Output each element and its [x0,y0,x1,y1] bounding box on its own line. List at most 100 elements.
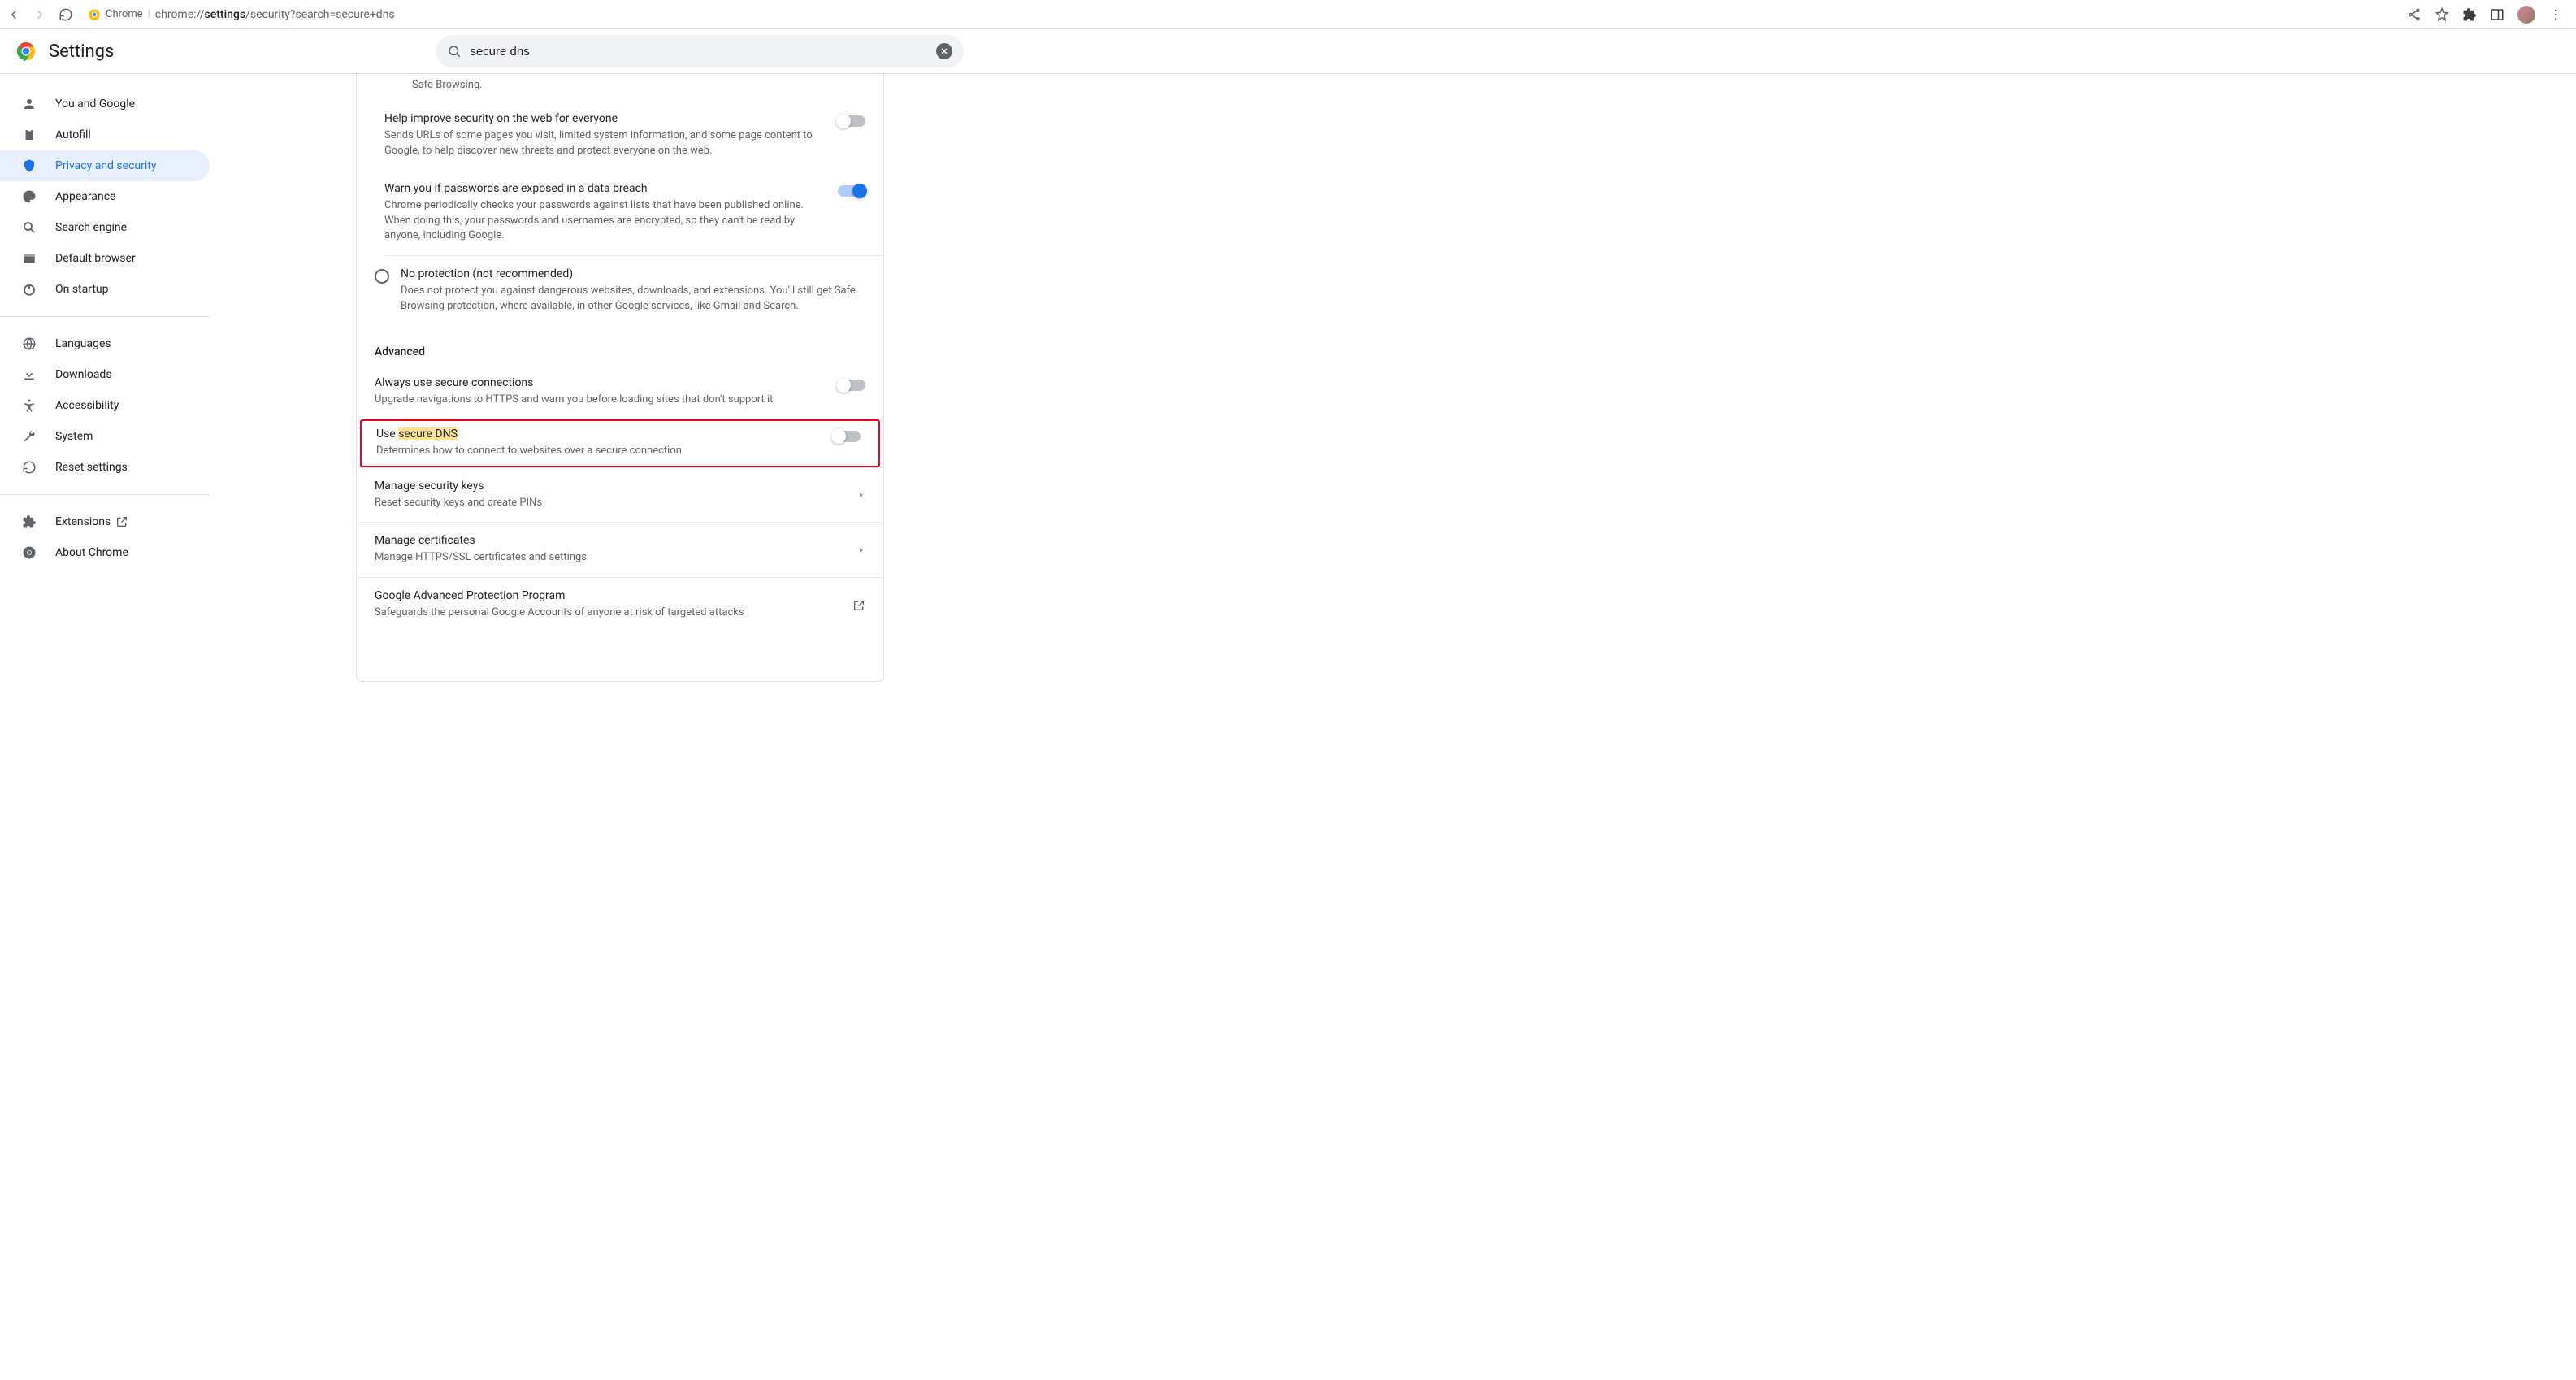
sidebar-label: Appearance [55,190,115,203]
toggle-secure-dns[interactable] [833,431,861,442]
sidebar-label: System [55,430,93,443]
chevron-right-icon [857,546,865,554]
setting-desc: Does not protect you against dangerous w… [401,284,865,315]
power-icon [21,282,37,297]
page-title: Settings [49,41,114,62]
setting-desc: Reset security keys and create PINs [375,496,846,511]
radio-no-protection[interactable]: No protection (not recommended) Does not… [357,256,883,326]
sidebar-label: You and Google [55,98,135,111]
sidebar-item-languages[interactable]: Languages [0,328,210,359]
menu-icon[interactable] [2548,7,2563,22]
chevron-right-icon [857,491,865,499]
url-text: chrome://settings/security?search=secure… [155,8,395,21]
sidebar-item-autofill[interactable]: Autofill [0,119,210,150]
sidebar-label: Privacy and security [55,159,156,172]
sidebar-item-privacy-security[interactable]: Privacy and security [0,150,210,181]
setting-desc: Safeguards the personal Google Accounts … [375,605,841,621]
address-bar[interactable]: Chrome | chrome://settings/security?sear… [80,8,2400,21]
sidebar-item-on-startup[interactable]: On startup [0,274,210,305]
sidebar-item-downloads[interactable]: Downloads [0,359,210,390]
shield-icon [21,158,37,173]
panel-icon[interactable] [2490,7,2504,22]
sidebar-label: On startup [55,283,109,296]
setting-title: Manage security keys [375,480,846,493]
sidebar-item-system[interactable]: System [0,421,210,452]
sidebar-label: About Chrome [55,546,128,559]
open-external-icon [852,599,865,612]
sidebar-label: Extensions [55,515,111,528]
setting-title: Warn you if passwords are exposed in a d… [384,182,826,195]
globe-icon [21,336,37,351]
setting-desc: Determines how to connect to websites ov… [376,444,822,459]
search-icon [447,44,462,59]
setting-warn-breach: Warn you if passwords are exposed in a d… [357,171,883,256]
sidebar-label: Accessibility [55,399,119,412]
sidebar-label: Languages [55,337,111,350]
sidebar-label: Downloads [55,368,112,381]
setting-title: Use secure DNS [376,427,822,440]
back-button[interactable] [7,7,21,22]
sidebar-item-appearance[interactable]: Appearance [0,181,210,212]
sidebar-label: Autofill [55,128,91,141]
toggle-warn-breach[interactable] [838,185,865,197]
setting-desc: Chrome periodically checks your password… [384,198,826,245]
clear-search-button[interactable] [936,43,952,59]
settings-search-box[interactable] [436,35,964,67]
settings-search-input[interactable] [470,45,928,59]
browser-toolbar: Chrome | chrome://settings/security?sear… [0,0,2576,29]
toggle-always-secure[interactable] [838,380,865,391]
sidebar-item-reset-settings[interactable]: Reset settings [0,452,210,483]
profile-avatar[interactable] [2517,6,2535,24]
setting-always-secure: Always use secure connections Upgrade na… [357,365,883,419]
highlighted-secure-dns-row: Use secure DNS Determines how to connect… [360,419,880,467]
setting-title: No protection (not recommended) [401,267,865,280]
setting-desc: Sends URLs of some pages you visit, limi… [384,128,826,159]
setting-help-improve: Help improve security on the web for eve… [357,101,883,171]
chrome-logo-icon [16,41,36,61]
sidebar-item-accessibility[interactable]: Accessibility [0,390,210,421]
sidebar-item-about-chrome[interactable]: About Chrome [0,537,210,568]
sidebar-item-extensions[interactable]: Extensions [0,506,210,537]
setting-title: Google Advanced Protection Program [375,589,841,602]
chrome-icon [21,545,37,560]
link-manage-security-keys[interactable]: Manage security keys Reset security keys… [357,468,883,523]
puzzle-icon [21,514,37,529]
setting-desc: Manage HTTPS/SSL certificates and settin… [375,550,846,566]
setting-title: Always use secure connections [375,376,826,389]
app-header: Settings [0,29,2576,74]
restore-icon [21,460,37,475]
setting-secure-dns: Use secure DNS Determines how to connect… [362,421,878,466]
sidebar-separator [0,494,210,495]
reload-button[interactable] [59,7,73,22]
download-icon [21,367,37,382]
wrench-icon [21,429,37,444]
sidebar-label: Default browser [55,252,136,265]
sidebar-separator [0,316,210,317]
sidebar-item-you-and-google[interactable]: You and Google [0,89,210,119]
sidebar-label: Search engine [55,221,127,234]
open-external-icon [115,515,128,528]
search-icon [21,220,37,235]
radio-icon [375,269,389,284]
settings-card: Safe Browsing. Help improve security on … [356,74,884,682]
setting-title: Help improve security on the web for eve… [384,112,826,125]
sidebar-item-search-engine[interactable]: Search engine [0,212,210,243]
forward-button[interactable] [33,7,47,22]
cut-off-text: Safe Browsing. [357,74,883,101]
link-manage-certificates[interactable]: Manage certificates Manage HTTPS/SSL cer… [357,523,883,577]
accessibility-icon [21,398,37,413]
bookmark-icon[interactable] [2435,7,2449,22]
setting-title: Manage certificates [375,534,846,547]
toggle-help-improve[interactable] [838,115,865,127]
share-icon[interactable] [2407,7,2422,22]
browser-icon [21,251,37,266]
person-icon [21,97,37,111]
advanced-header: Advanced [357,326,883,365]
link-advanced-protection[interactable]: Google Advanced Protection Program Safeg… [357,578,883,632]
setting-desc: Upgrade navigations to HTTPS and warn yo… [375,393,826,408]
sidebar-item-default-browser[interactable]: Default browser [0,243,210,274]
site-icon [88,8,101,21]
sidebar: You and Google Autofill Privacy and secu… [0,74,210,682]
palette-icon [21,189,37,204]
extensions-icon[interactable] [2462,7,2477,22]
